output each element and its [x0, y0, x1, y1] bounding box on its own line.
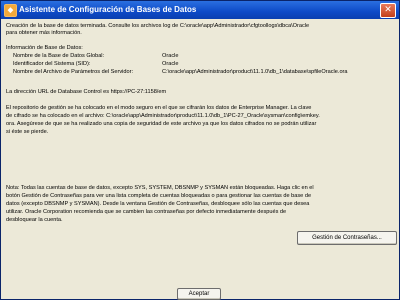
window-title: Asistente de Configuración de Bases de D… [19, 5, 197, 14]
note-line: datos (excepto DBSNMP y SYSMAN). Desde l… [6, 201, 310, 207]
dialog-window: ◆ Asistente de Configuración de Bases de… [0, 0, 400, 300]
repository-message-line: de cifrado se ha colocado en el archivo:… [6, 113, 320, 119]
info-label: Nombre del Archivo de Parámetros del Ser… [13, 69, 134, 75]
info-label: Nombre de la Base de Datos Global: [13, 53, 105, 59]
repository-message-line: El repositorio de gestión se ha colocado… [6, 105, 312, 111]
info-row: Identificador del Sistema (SID): Oracle [6, 61, 396, 69]
info-value: C:\oracle\app\Administrador\product\11.1… [162, 69, 348, 75]
repository-message-line: ora. Asegúrese de que se ha realizado un… [6, 121, 317, 127]
close-button[interactable]: ✕ [380, 3, 396, 18]
creation-message-line: Creación de la base de datos terminada. … [6, 23, 310, 29]
note-line: desbloquear la cuenta. [6, 217, 63, 223]
accept-button[interactable]: Aceptar [177, 288, 221, 300]
database-control-url: La dirección URL de Database Control es … [6, 89, 167, 95]
info-heading: Información de Base de Datos: [6, 45, 83, 51]
repository-message-line: si éste se pierde. [6, 129, 49, 135]
info-value: Oracle [162, 61, 179, 67]
password-management-button[interactable]: Gestión de Contraseñas... [297, 231, 397, 245]
creation-message-line: para obtener más información. [6, 30, 82, 36]
locked-accounts-note: Nota: Todas las cuentas de base de datos… [6, 184, 396, 224]
database-info: Información de Base de Datos: Nombre de … [6, 45, 396, 77]
note-line: utilizar. Oracle Corporation recomienda … [6, 209, 287, 215]
creation-message: Creación de la base de datos terminada. … [6, 23, 394, 37]
info-row: Nombre de la Base de Datos Global: Oracl… [6, 53, 396, 61]
repository-message: El repositorio de gestión se ha colocado… [6, 104, 396, 136]
app-icon: ◆ [4, 4, 17, 17]
note-line: botón Gestión de Contraseñas para ver un… [6, 193, 312, 199]
note-line: Nota: Todas las cuentas de base de datos… [6, 185, 314, 191]
info-row: Nombre del Archivo de Parámetros del Ser… [6, 69, 396, 77]
info-value: Oracle [162, 53, 179, 59]
title-bar[interactable]: ◆ Asistente de Configuración de Bases de… [1, 1, 399, 19]
info-label: Identificador del Sistema (SID): [13, 61, 91, 67]
